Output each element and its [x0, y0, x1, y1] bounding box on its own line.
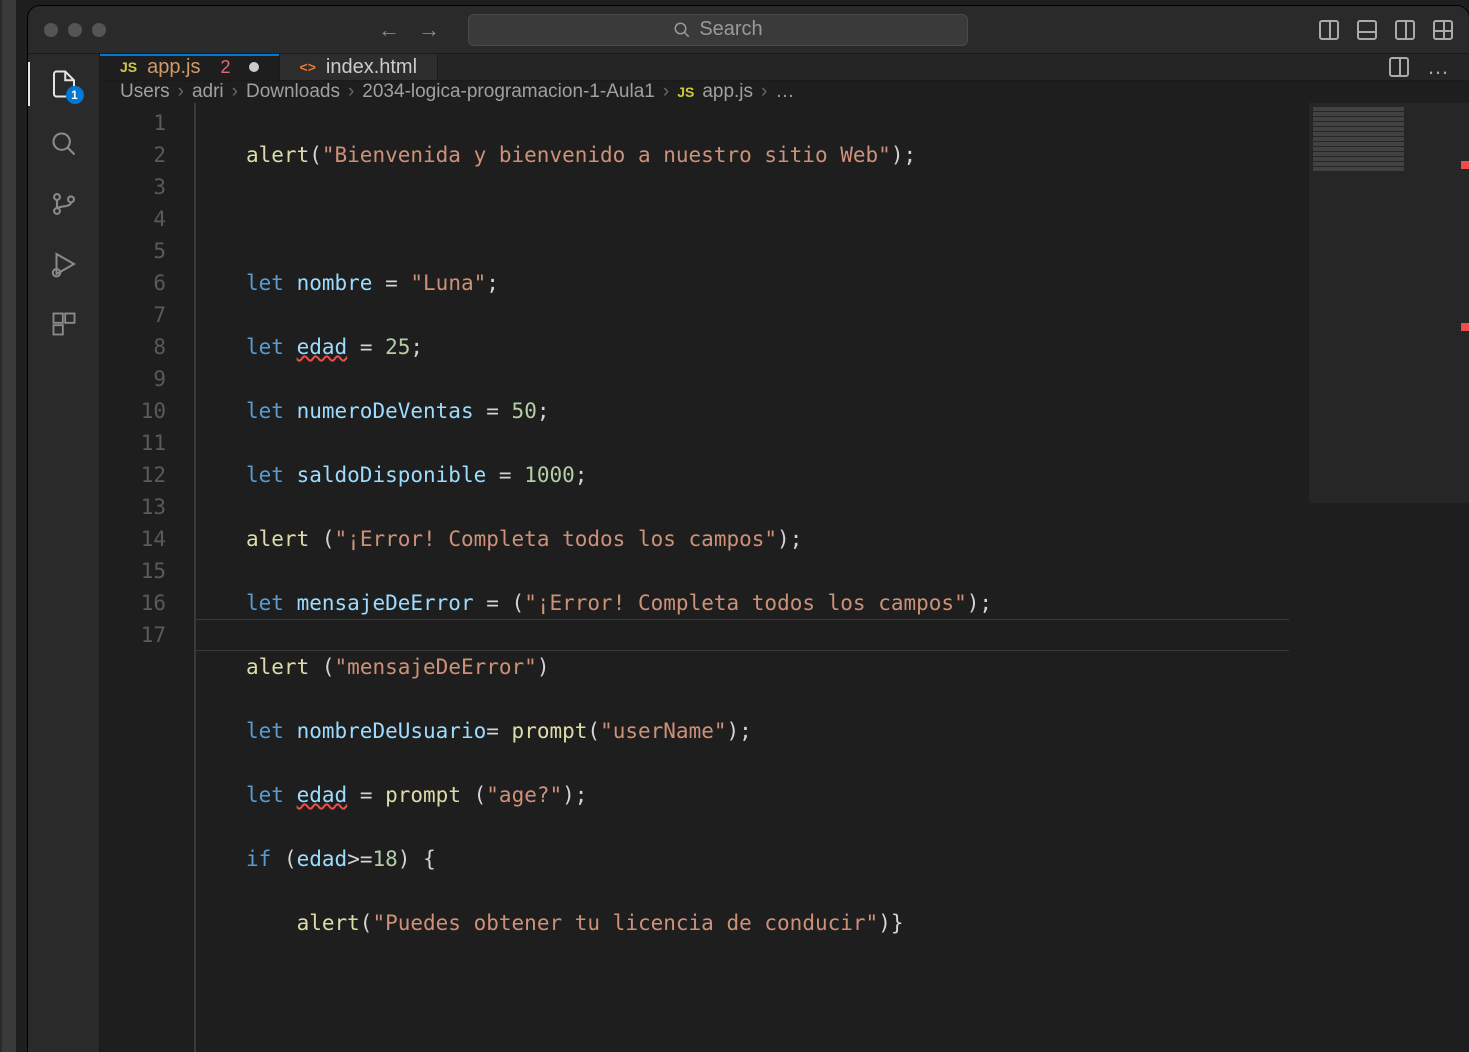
minimap[interactable]: [1309, 103, 1469, 1052]
code-line: let mensajeDeError = ("¡Error! Completa …: [246, 587, 1469, 619]
tab-filename: app.js: [147, 56, 200, 79]
tab-app-js[interactable]: JS app.js 2: [100, 54, 280, 80]
code-line: alert ("¡Error! Completa todos los campo…: [246, 523, 1469, 555]
main: 1 JS app.js 2: [28, 54, 1469, 1052]
more-actions-icon[interactable]: …: [1427, 54, 1451, 80]
breadcrumb-segment[interactable]: Downloads: [246, 81, 340, 103]
tab-bar: JS app.js 2 <> index.html …: [100, 54, 1469, 81]
code-line: alert("Puedes obtener tu licencia de con…: [246, 907, 1469, 939]
extensions-icon: [50, 310, 78, 338]
minimap-error-marker[interactable]: [1461, 323, 1469, 331]
line-number: 5: [100, 235, 166, 267]
close-window[interactable]: [44, 23, 58, 37]
chevron-right-icon: ›: [178, 81, 184, 103]
line-number: 11: [100, 427, 166, 459]
code-line: [246, 971, 1469, 1003]
activity-extensions[interactable]: [48, 308, 80, 340]
split-editor-icon[interactable]: [1389, 57, 1409, 77]
line-number: 9: [100, 363, 166, 395]
breadcrumb-file[interactable]: app.js: [702, 81, 753, 103]
chevron-right-icon: ›: [761, 81, 767, 103]
line-number: 4: [100, 203, 166, 235]
titlebar-layout-controls: [1319, 20, 1453, 40]
code-line: let edad = 25;: [246, 331, 1469, 363]
breadcrumb-segment[interactable]: 2034-logica-programacion-1-Aula1: [362, 81, 655, 103]
minimize-window[interactable]: [68, 23, 82, 37]
line-number-gutter: 1234567891011121314151617: [100, 103, 196, 1052]
breadcrumb-segment[interactable]: Users: [120, 81, 170, 103]
titlebar: ← → Search: [28, 6, 1469, 54]
line-number: 10: [100, 395, 166, 427]
code-line: let nombre = "Luna";: [246, 267, 1469, 299]
code-line: let saldoDisponible = 1000;: [246, 459, 1469, 491]
breadcrumb-segment[interactable]: adri: [192, 81, 224, 103]
line-number: 16: [100, 587, 166, 619]
current-line-highlight: [196, 619, 1289, 651]
line-number: 2: [100, 139, 166, 171]
line-number: 13: [100, 491, 166, 523]
toggle-panel-icon[interactable]: [1357, 20, 1377, 40]
maximize-window[interactable]: [92, 23, 106, 37]
line-number: 1: [100, 107, 166, 139]
code-editor[interactable]: 1234567891011121314151617 alert("Bienven…: [100, 103, 1469, 1052]
explorer-badge: 1: [66, 86, 84, 104]
code-line: let edad = prompt ("age?");: [246, 779, 1469, 811]
minimap-error-marker[interactable]: [1461, 161, 1469, 169]
nav-arrows: ← →: [378, 17, 440, 43]
chevron-right-icon: ›: [348, 81, 354, 103]
tab-index-html[interactable]: <> index.html: [280, 54, 439, 80]
js-file-icon: JS: [677, 84, 694, 100]
activity-bar: 1: [28, 54, 100, 1052]
line-number: 6: [100, 267, 166, 299]
code-line: let nombreDeUsuario= prompt("userName");: [246, 715, 1469, 747]
code-line: alert ("mensajeDeError"): [246, 651, 1469, 683]
line-number: 8: [100, 331, 166, 363]
nav-forward-icon[interactable]: →: [418, 17, 440, 43]
chevron-right-icon: ›: [232, 81, 238, 103]
line-number: 7: [100, 299, 166, 331]
unsaved-indicator-icon: [249, 62, 259, 72]
branch-icon: [50, 190, 78, 218]
desktop-edge: [0, 0, 16, 1052]
line-number: 15: [100, 555, 166, 587]
line-number: 3: [100, 171, 166, 203]
nav-back-icon[interactable]: ←: [378, 17, 400, 43]
activity-run-debug[interactable]: [48, 248, 80, 280]
toggle-secondary-sidebar-icon[interactable]: [1395, 20, 1415, 40]
command-center-search[interactable]: Search: [468, 14, 968, 46]
app-window: ← → Search 1: [28, 6, 1469, 1052]
code-line: alert("Bienvenida y bienvenido a nuestro…: [246, 139, 1469, 171]
chevron-right-icon: ›: [663, 81, 669, 103]
code-line: [246, 1035, 1469, 1052]
code-line: let numeroDeVentas = 50;: [246, 395, 1469, 427]
window-controls: [44, 23, 106, 37]
activity-explorer[interactable]: 1: [48, 68, 80, 100]
search-icon: [673, 21, 691, 39]
breadcrumbs[interactable]: Users › adri › Downloads › 2034-logica-prog…: [100, 81, 1469, 103]
js-file-icon: JS: [120, 59, 137, 75]
code-line: if (edad>=18) {: [246, 843, 1469, 875]
search-placeholder: Search: [699, 18, 762, 41]
line-number: 12: [100, 459, 166, 491]
search-icon: [50, 130, 78, 158]
tab-actions: …: [1371, 54, 1469, 80]
breadcrumb-trail[interactable]: …: [775, 81, 794, 103]
code-line: [246, 203, 1469, 235]
tab-filename: index.html: [326, 56, 417, 79]
activity-source-control[interactable]: [48, 188, 80, 220]
line-number: 17: [100, 619, 166, 651]
line-number: 14: [100, 523, 166, 555]
customize-layout-icon[interactable]: [1433, 20, 1453, 40]
activity-search[interactable]: [48, 128, 80, 160]
toggle-primary-sidebar-icon[interactable]: [1319, 20, 1339, 40]
debug-icon: [49, 249, 79, 279]
code-content[interactable]: alert("Bienvenida y bienvenido a nuestro…: [196, 103, 1469, 1052]
html-file-icon: <>: [300, 59, 316, 75]
editor-area: JS app.js 2 <> index.html … Users › adri ›…: [100, 54, 1469, 1052]
tab-problem-count: 2: [221, 57, 231, 78]
